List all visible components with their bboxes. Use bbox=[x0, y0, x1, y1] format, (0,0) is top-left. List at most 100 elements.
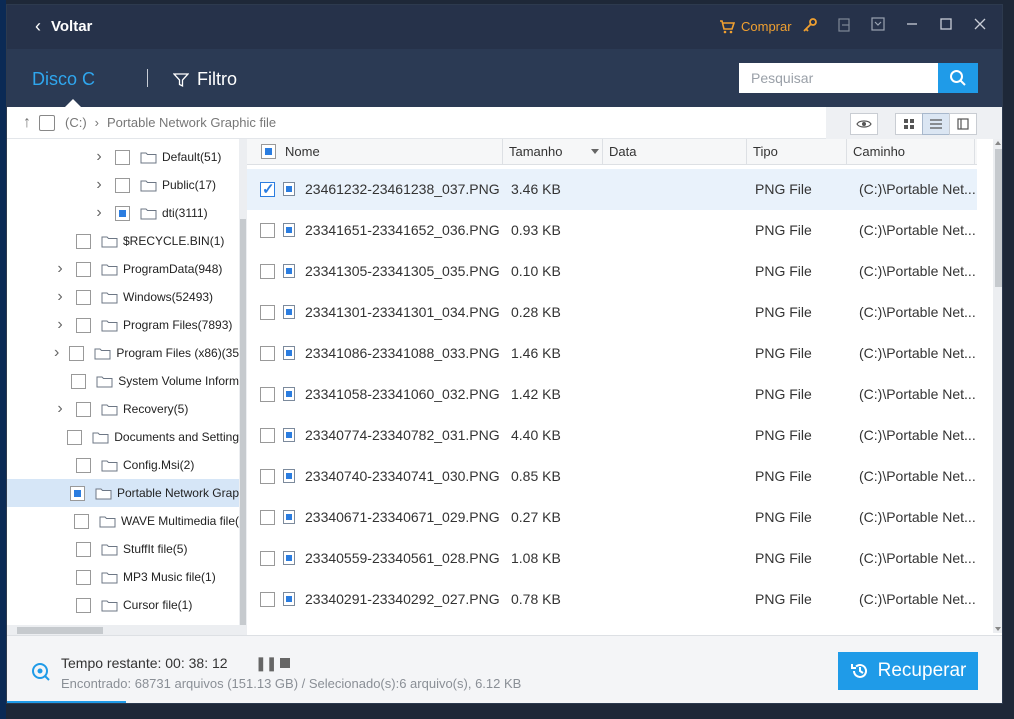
recover-button[interactable]: Recuperar bbox=[838, 652, 978, 690]
chevron-right-icon[interactable]: › bbox=[54, 260, 66, 278]
maximize-icon[interactable] bbox=[938, 17, 954, 33]
tree-item[interactable]: $RECYCLE.BIN(1) bbox=[7, 227, 239, 255]
tree-item[interactable]: › Program Files (x86)(352 bbox=[7, 339, 239, 367]
breadcrumb-drive[interactable]: (C:) bbox=[65, 115, 87, 130]
stop-icon[interactable] bbox=[280, 658, 290, 668]
tree-item[interactable]: Cursor file(1) bbox=[7, 591, 239, 619]
tree-item[interactable]: Documents and Setting bbox=[7, 423, 239, 451]
chevron-right-icon[interactable]: › bbox=[93, 204, 105, 222]
row-checkbox[interactable] bbox=[260, 305, 275, 320]
row-checkbox[interactable] bbox=[260, 346, 275, 361]
list-view-button[interactable] bbox=[922, 113, 950, 135]
key-icon[interactable] bbox=[802, 17, 818, 33]
row-checkbox[interactable] bbox=[260, 510, 275, 525]
close-icon[interactable] bbox=[972, 17, 988, 33]
grid-view-button[interactable] bbox=[895, 113, 923, 135]
search-button[interactable] bbox=[938, 63, 978, 93]
tree-item[interactable]: WAVE Multimedia file( bbox=[7, 507, 239, 535]
table-row[interactable]: 23341305-23341305_035.PNG 0.10 KB PNG File… bbox=[247, 251, 977, 292]
search-input[interactable] bbox=[739, 63, 938, 93]
row-checkbox[interactable] bbox=[260, 264, 275, 279]
tree-item-checkbox[interactable] bbox=[71, 373, 87, 389]
row-checkbox[interactable] bbox=[260, 469, 275, 484]
table-row[interactable]: 23340774-23340782_031.PNG 4.40 KB PNG File… bbox=[247, 415, 977, 456]
tree-item-checkbox[interactable] bbox=[76, 569, 91, 585]
tree-item-checkbox[interactable] bbox=[76, 401, 91, 417]
table-scroll-thumb[interactable] bbox=[995, 149, 1002, 287]
dropdown-menu-icon[interactable] bbox=[870, 17, 886, 33]
pause-icon[interactable]: ❚❚ bbox=[255, 655, 277, 672]
tree-item[interactable]: › Default(51) bbox=[7, 143, 239, 171]
table-row[interactable]: 23340740-23340741_030.PNG 0.85 KB PNG File… bbox=[247, 456, 977, 497]
tree-item[interactable]: › Program Files(7893) bbox=[7, 311, 239, 339]
tree-item-checkbox[interactable] bbox=[76, 317, 91, 333]
tree-item-checkbox[interactable] bbox=[76, 233, 91, 249]
row-checkbox[interactable] bbox=[260, 592, 275, 607]
tree-item-checkbox[interactable] bbox=[115, 205, 130, 221]
chevron-right-icon[interactable]: › bbox=[54, 344, 59, 362]
table-row[interactable]: 23340291-23340292_027.PNG 0.78 KB PNG File… bbox=[247, 579, 977, 620]
select-all-checkbox[interactable] bbox=[261, 144, 276, 159]
tree-vertical-scrollbar[interactable] bbox=[239, 139, 247, 633]
tree-item[interactable]: System Volume Inform bbox=[7, 367, 239, 395]
tree-item-checkbox[interactable] bbox=[69, 345, 85, 361]
scroll-up-icon[interactable] bbox=[995, 141, 1001, 145]
chevron-right-icon[interactable]: › bbox=[54, 400, 66, 418]
row-checkbox[interactable] bbox=[260, 387, 275, 402]
chevron-right-icon[interactable]: › bbox=[93, 148, 105, 166]
chevron-right-icon[interactable]: › bbox=[54, 316, 66, 334]
column-header-date[interactable]: Data bbox=[603, 139, 747, 165]
chevron-right-icon[interactable]: › bbox=[54, 288, 66, 306]
tree-item[interactable]: › dti(3111) bbox=[7, 199, 239, 227]
export-icon[interactable] bbox=[836, 17, 852, 33]
table-row[interactable]: 23341086-23341088_033.PNG 1.46 KB PNG File… bbox=[247, 333, 977, 374]
tree-item[interactable]: MP3 Music file(1) bbox=[7, 563, 239, 591]
chevron-right-icon[interactable]: › bbox=[93, 176, 105, 194]
tree-item-checkbox[interactable] bbox=[76, 597, 91, 613]
detail-view-button[interactable] bbox=[949, 113, 977, 135]
tree-item-checkbox[interactable] bbox=[76, 261, 91, 277]
row-checkbox[interactable] bbox=[260, 180, 275, 198]
table-vertical-scrollbar[interactable] bbox=[993, 139, 1002, 633]
row-checkbox[interactable] bbox=[260, 223, 275, 238]
tree-item[interactable]: › ProgramData(948) bbox=[7, 255, 239, 283]
arrow-up-icon[interactable]: ↑ bbox=[23, 114, 31, 132]
tree-item-checkbox[interactable] bbox=[76, 289, 91, 305]
tree-scroll-thumb[interactable] bbox=[240, 219, 246, 627]
table-row[interactable]: 23341651-23341652_036.PNG 0.93 KB PNG File… bbox=[247, 210, 977, 251]
preview-button[interactable] bbox=[850, 113, 878, 135]
column-header-path[interactable]: Caminho bbox=[847, 139, 975, 165]
table-row[interactable]: 23461232-23461238_037.PNG 3.46 KB PNG File… bbox=[247, 169, 977, 210]
tree-hscroll-thumb[interactable] bbox=[17, 627, 103, 634]
minimize-icon[interactable] bbox=[904, 17, 920, 33]
tree-item-checkbox[interactable] bbox=[115, 149, 130, 165]
table-row[interactable]: 23340276-23340276_026.PNG 0.11 KB PNG File… bbox=[247, 620, 977, 633]
row-checkbox[interactable] bbox=[260, 551, 275, 566]
tree-horizontal-scrollbar[interactable] bbox=[7, 625, 247, 635]
tree-item-checkbox[interactable] bbox=[76, 457, 91, 473]
column-header-name[interactable]: Nome bbox=[279, 139, 503, 165]
back-button[interactable]: ‹ Voltar bbox=[35, 17, 92, 35]
tree-item-checkbox[interactable] bbox=[76, 541, 91, 557]
row-checkbox[interactable] bbox=[260, 428, 275, 443]
filter-button[interactable]: Filtro bbox=[173, 69, 237, 90]
tree-item-checkbox[interactable] bbox=[67, 429, 83, 445]
breadcrumb-folder[interactable]: Portable Network Graphic file bbox=[107, 115, 276, 130]
tab-disk[interactable]: Disco C bbox=[32, 69, 95, 90]
table-row[interactable]: 23341301-23341301_034.PNG 0.28 KB PNG File… bbox=[247, 292, 977, 333]
tree-item[interactable]: Config.Msi(2) bbox=[7, 451, 239, 479]
tree-item[interactable]: › Public(17) bbox=[7, 171, 239, 199]
tree-item-checkbox[interactable] bbox=[69, 485, 85, 501]
table-row[interactable]: 23340559-23340561_028.PNG 1.08 KB PNG File… bbox=[247, 538, 977, 579]
column-header-type[interactable]: Tipo bbox=[747, 139, 847, 165]
tree-item-checkbox[interactable] bbox=[115, 177, 130, 193]
tree-item[interactable]: Portable Network Grap bbox=[7, 479, 239, 507]
tree-item[interactable]: › Windows(52493) bbox=[7, 283, 239, 311]
tree-item-checkbox[interactable] bbox=[73, 513, 89, 529]
table-row[interactable]: 23341058-23341060_032.PNG 1.42 KB PNG File… bbox=[247, 374, 977, 415]
table-row[interactable]: 23340671-23340671_029.PNG 0.27 KB PNG File… bbox=[247, 497, 977, 538]
scroll-down-icon[interactable] bbox=[995, 627, 1001, 631]
tree-item[interactable]: › Recovery(5) bbox=[7, 395, 239, 423]
tree-item[interactable]: StuffIt file(5) bbox=[7, 535, 239, 563]
column-header-size[interactable]: Tamanho bbox=[503, 139, 603, 165]
